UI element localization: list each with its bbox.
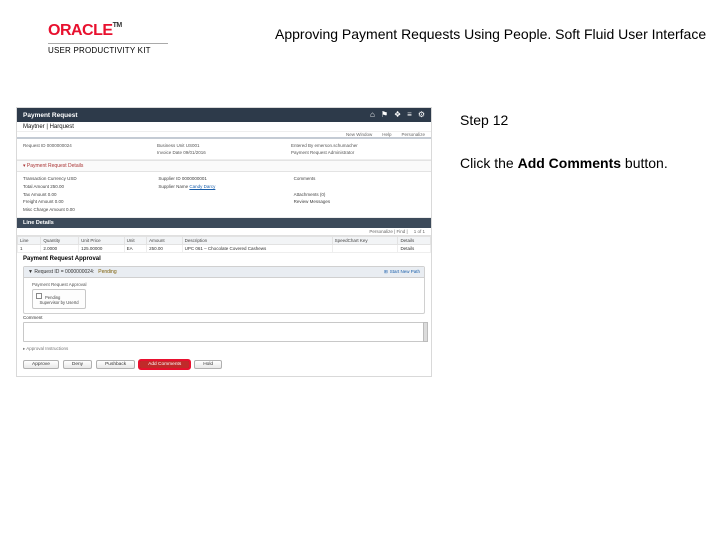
instruction-panel: Step 12 Click the Add Comments button. [460, 110, 700, 196]
gear-icon[interactable]: ⚙ [418, 111, 425, 119]
app-title: Payment Request [23, 112, 78, 119]
line-table: LineQuantityUnit PriceUnitAmountDescript… [17, 236, 431, 253]
deny-button[interactable]: Deny [63, 360, 92, 369]
home-icon[interactable]: ⌂ [370, 111, 375, 119]
meta-col2: Business Unit US001Invoice Date 09/01/20… [157, 142, 291, 156]
hold-button[interactable]: Hold [194, 360, 222, 369]
start-new-path-link[interactable]: ⊞Start New Path [384, 269, 420, 275]
line-toolbar: Personalize | Find | 1 of 1 [17, 228, 431, 236]
approve-button[interactable]: Approve [23, 360, 59, 369]
menu-icon[interactable]: ≡ [407, 111, 412, 119]
details-col3: Comments Attachments (0) Review Messages [294, 175, 425, 213]
comment-textarea[interactable] [23, 322, 425, 342]
embedded-screenshot: Payment Request ⌂ ⚑ ❖ ≡ ⚙ Maytner | Harq… [16, 107, 432, 377]
nav-icon[interactable]: ❖ [394, 111, 401, 119]
comment-label: Comment [23, 315, 431, 320]
supplier-link[interactable]: Candy Darcy [189, 184, 215, 189]
approval-instructions-link[interactable]: ▸ Approval Instructions [23, 346, 68, 352]
breadcrumb: Maytner | Harquest [17, 122, 431, 132]
app-topbar: Payment Request ⌂ ⚑ ❖ ≡ ⚙ [17, 108, 431, 122]
add-comments-button[interactable]: Add Comments [139, 360, 190, 369]
flag-icon[interactable]: ⚑ [381, 111, 388, 119]
meta-col1: Request ID 0000000024 [23, 142, 157, 156]
step-label: Step 12 [460, 110, 700, 131]
brand-subtitle: USER PRODUCTIVITY KIT [48, 46, 168, 55]
approval-step-card[interactable]: Pending Supervisor by UserId [32, 289, 86, 309]
topbar-icons: ⌂ ⚑ ❖ ≡ ⚙ [370, 111, 425, 119]
sub-breadcrumb: New Window Help Personalize [17, 132, 431, 139]
approval-body: Payment Request Approval Pending Supervi… [24, 278, 424, 313]
help-link[interactable]: Help [382, 132, 391, 137]
table-header-row: LineQuantityUnit PriceUnitAmountDescript… [18, 236, 431, 244]
step-text: Click the Add Comments button. [460, 153, 700, 174]
plus-icon: ⊞ [384, 269, 388, 275]
page-title: Approving Payment Requests Using People.… [275, 26, 706, 42]
approval-box-header[interactable]: ▼ Request ID = 0000000024: Pending ⊞Star… [24, 267, 424, 278]
personalize-link[interactable]: Personalize [401, 132, 425, 137]
meta-row: Request ID 0000000024 Business Unit US00… [17, 139, 431, 160]
section-details-header[interactable]: ▾ Payment Request Details [17, 160, 431, 172]
pushback-button[interactable]: Pushback [96, 360, 135, 369]
brand-block: ORACLETM USER PRODUCTIVITY KIT [48, 22, 168, 55]
table-row[interactable]: 12.0000125.00000EA250.00UPC 061 – Chocol… [18, 244, 431, 252]
line-details-header: Line Details [17, 218, 431, 228]
pending-check-icon [36, 293, 42, 299]
approval-header: Payment Request Approval [17, 253, 431, 265]
brand-divider [48, 43, 168, 44]
approval-box: ▼ Request ID = 0000000024: Pending ⊞Star… [23, 266, 425, 314]
details-grid: Transaction Currency USD Total Amount 25… [17, 172, 431, 217]
action-buttons: Approve Deny Pushback Add Comments Hold [17, 356, 431, 373]
details-col1: Transaction Currency USD Total Amount 25… [23, 175, 154, 213]
meta-col3: Entered By emerson.schumacherPayment Req… [291, 142, 425, 156]
action-button-row: ▸ Approval Instructions [17, 342, 431, 356]
oracle-logo: ORACLETM [48, 22, 168, 40]
new-window-link[interactable]: New Window [346, 132, 372, 137]
details-col2: Supplier ID 0000000001 Supplier Name Can… [158, 175, 289, 213]
